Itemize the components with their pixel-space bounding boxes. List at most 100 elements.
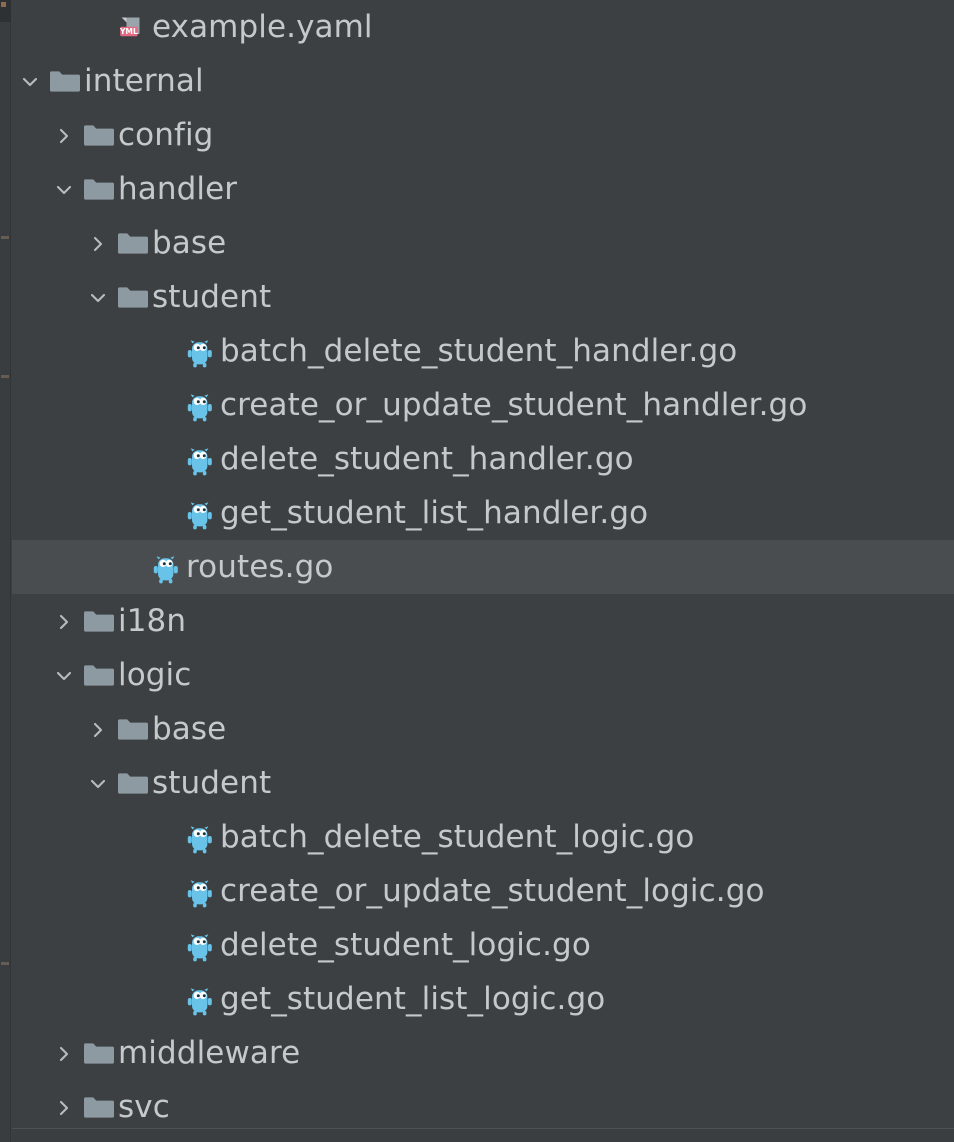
indent-guide	[12, 864, 148, 918]
twisty-spacer	[148, 486, 182, 540]
folder-icon	[80, 162, 118, 216]
twisty-spacer	[148, 432, 182, 486]
twisty-spacer	[148, 972, 182, 1026]
twisty-spacer	[148, 864, 182, 918]
tree-row-label: svc	[118, 1089, 170, 1125]
tree-row-folder[interactable]: base	[12, 702, 954, 756]
go-file-icon	[182, 432, 220, 486]
folder-icon	[80, 1080, 118, 1134]
tree-row-folder[interactable]: logic	[12, 648, 954, 702]
indent-guide	[12, 810, 148, 864]
chevron-down-icon[interactable]	[80, 756, 114, 810]
panel-bottom-strip	[12, 1129, 954, 1142]
folder-icon	[114, 216, 152, 270]
tree-row-folder[interactable]: internal	[12, 54, 954, 108]
indent-guide	[12, 594, 46, 648]
chevron-right-icon[interactable]	[46, 1026, 80, 1080]
tree-row-file[interactable]: batch_delete_student_handler.go	[12, 324, 954, 378]
twisty-spacer	[148, 378, 182, 432]
chevron-down-icon[interactable]	[46, 162, 80, 216]
tree-row-file[interactable]: batch_delete_student_logic.go	[12, 810, 954, 864]
twisty-spacer	[148, 810, 182, 864]
tree-row-label: example.yaml	[152, 9, 373, 45]
indent-guide	[12, 486, 148, 540]
indent-guide	[12, 324, 148, 378]
tree-row-label: batch_delete_student_logic.go	[220, 819, 695, 855]
indent-guide	[12, 648, 46, 702]
indent-guide	[12, 1026, 46, 1080]
tree-row-folder[interactable]: middleware	[12, 1026, 954, 1080]
tree-row-label: i18n	[118, 603, 187, 639]
gutter-change-marker	[1, 375, 9, 378]
chevron-right-icon[interactable]	[80, 216, 114, 270]
go-file-icon	[182, 486, 220, 540]
gutter-change-marker	[1, 962, 9, 965]
folder-icon	[114, 702, 152, 756]
svg-text:YML: YML	[119, 27, 138, 36]
tree-row-folder[interactable]: config	[12, 108, 954, 162]
indent-guide	[12, 540, 114, 594]
folder-icon	[80, 1026, 118, 1080]
tree-row-label: create_or_update_student_handler.go	[220, 387, 808, 423]
tree-row-label: create_or_update_student_logic.go	[220, 873, 765, 909]
chevron-down-icon[interactable]	[12, 54, 46, 108]
tree-row-folder[interactable]: base	[12, 216, 954, 270]
tree-row-label: logic	[118, 657, 192, 693]
indent-guide	[12, 378, 148, 432]
tree-row-file[interactable]: YML example.yaml	[12, 0, 954, 54]
tree-row-label: delete_student_handler.go	[220, 441, 634, 477]
folder-icon	[114, 270, 152, 324]
twisty-spacer	[148, 918, 182, 972]
tree-row-folder[interactable]: handler	[12, 162, 954, 216]
tree-row-label: middleware	[118, 1035, 301, 1071]
chevron-right-icon[interactable]	[46, 1080, 80, 1134]
tree-row-file[interactable]: create_or_update_student_handler.go	[12, 378, 954, 432]
indent-guide	[12, 0, 80, 54]
tree-row-label: get_student_list_handler.go	[220, 495, 649, 531]
indent-guide	[12, 432, 148, 486]
gutter-change-marker	[1, 236, 9, 239]
indent-guide	[12, 270, 80, 324]
tree-row-label: base	[152, 711, 227, 747]
tree-row-label: student	[152, 279, 272, 315]
twisty-spacer	[148, 324, 182, 378]
indent-guide	[12, 1080, 46, 1134]
chevron-right-icon[interactable]	[46, 594, 80, 648]
go-file-icon	[148, 540, 186, 594]
tree-row-label: config	[118, 117, 214, 153]
tree-row-folder[interactable]: svc	[12, 1080, 954, 1134]
tree-row-file[interactable]: delete_student_handler.go	[12, 432, 954, 486]
indent-guide	[12, 216, 80, 270]
tree-row-folder[interactable]: student	[12, 756, 954, 810]
tree-row-label: get_student_list_logic.go	[220, 981, 606, 1017]
folder-icon	[80, 108, 118, 162]
tree-row-label: handler	[118, 171, 238, 207]
tree-row-list: YML example.yaml internal config handler base…	[12, 0, 954, 1142]
go-file-icon	[182, 972, 220, 1026]
gutter-color-dot	[1, 2, 6, 7]
chevron-down-icon[interactable]	[46, 648, 80, 702]
indent-guide	[12, 108, 46, 162]
file-explorer-tree: YML example.yaml internal config handler base…	[0, 0, 954, 1142]
tree-row-file[interactable]: delete_student_logic.go	[12, 918, 954, 972]
chevron-right-icon[interactable]	[80, 702, 114, 756]
tree-row-folder[interactable]: student	[12, 270, 954, 324]
chevron-right-icon[interactable]	[46, 108, 80, 162]
tree-row-label: student	[152, 765, 272, 801]
tree-row-file[interactable]: routes.go	[12, 540, 954, 594]
go-file-icon	[182, 918, 220, 972]
indent-guide	[12, 162, 46, 216]
twisty-spacer	[80, 0, 114, 54]
folder-icon	[80, 648, 118, 702]
yaml-file-icon: YML	[114, 0, 152, 54]
tree-row-file[interactable]: get_student_list_logic.go	[12, 972, 954, 1026]
chevron-down-icon[interactable]	[80, 270, 114, 324]
folder-icon	[114, 756, 152, 810]
indent-guide	[12, 972, 148, 1026]
tree-row-label: internal	[84, 63, 204, 99]
indent-guide	[12, 702, 80, 756]
tree-row-file[interactable]: get_student_list_handler.go	[12, 486, 954, 540]
tree-row-folder[interactable]: i18n	[12, 594, 954, 648]
tree-row-file[interactable]: create_or_update_student_logic.go	[12, 864, 954, 918]
go-file-icon	[182, 810, 220, 864]
